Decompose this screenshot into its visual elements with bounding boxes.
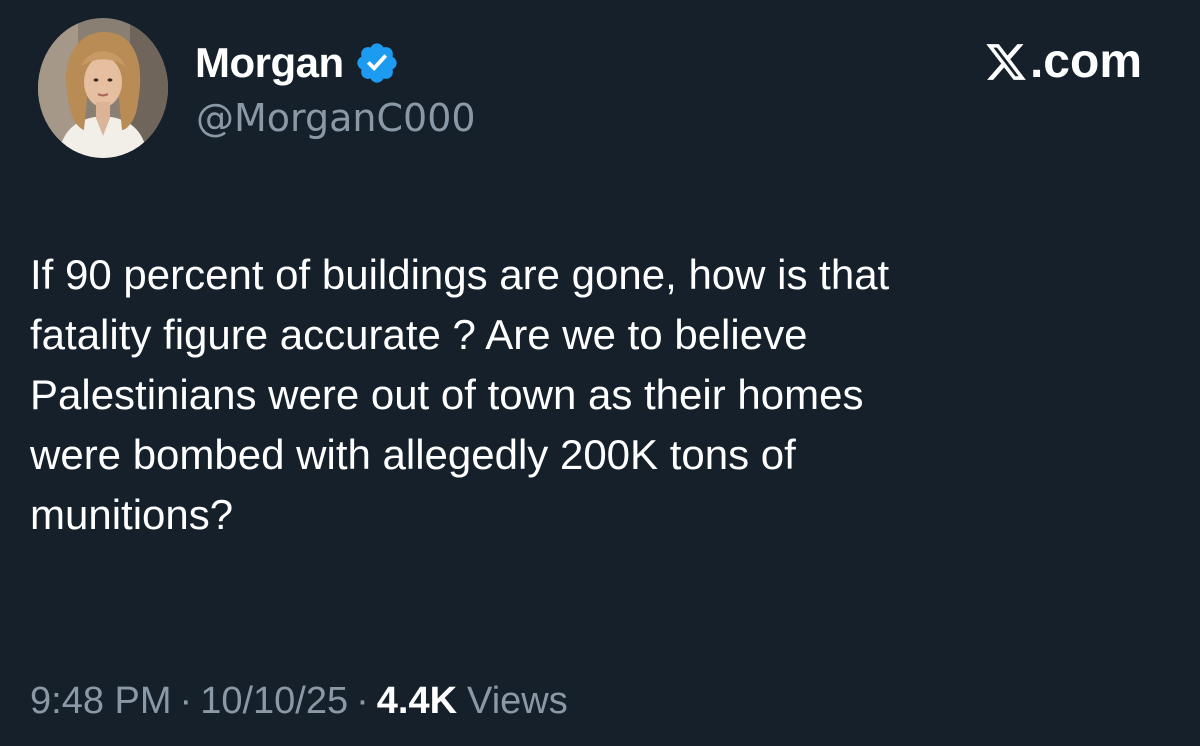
avatar[interactable]	[38, 18, 168, 158]
tweet-text-line: Palestinians were out of town as their h…	[30, 371, 864, 418]
author-display-name[interactable]: Morgan	[195, 39, 344, 87]
tweet-text-line: were bombed with allegedly 200K tons of	[30, 431, 796, 478]
x-logo-icon	[984, 38, 1028, 86]
tweet-time[interactable]: 9:48 PM	[30, 680, 172, 723]
meta-separator: ·	[356, 680, 369, 722]
tweet-text: If 90 percent of buildings are gone, how…	[30, 245, 1170, 545]
tweet-meta: 9:48 PM · 10/10/25 · 4.4K Views	[30, 680, 568, 723]
author-handle[interactable]: @MorganC000	[196, 96, 476, 140]
brand-label: .com	[1029, 35, 1142, 88]
avatar-image	[38, 18, 168, 158]
tweet-card: Morgan @MorganC000 .com If 90 percent of…	[0, 0, 1200, 746]
author-name-row: Morgan	[195, 39, 400, 87]
tweet-text-line: If 90 percent of buildings are gone, how…	[30, 251, 890, 298]
tweet-text-line: munitions?	[30, 491, 234, 538]
verified-badge-icon	[354, 40, 400, 86]
tweet-text-line: fatality figure accurate ? Are we to bel…	[30, 311, 808, 358]
views-label: Views	[467, 680, 568, 722]
views-count: 4.4K	[376, 680, 458, 722]
brand-watermark: .com	[984, 34, 1142, 89]
meta-separator: ·	[179, 680, 193, 722]
tweet-date[interactable]: 10/10/25	[200, 680, 348, 723]
